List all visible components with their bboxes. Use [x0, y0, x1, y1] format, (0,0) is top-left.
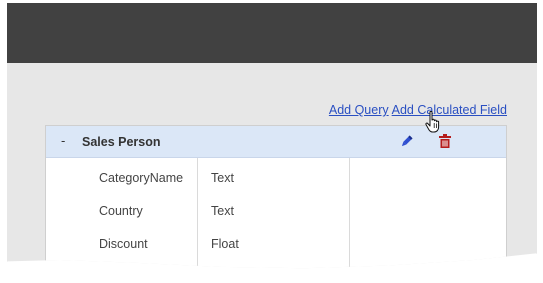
field-row[interactable]: Discount Float — [46, 228, 506, 261]
top-bar — [7, 3, 537, 63]
field-name: Country — [99, 204, 143, 218]
field-row[interactable]: Country Text — [46, 195, 506, 228]
add-calculated-field-link[interactable]: Add Calculated Field — [392, 103, 507, 117]
field-type: Text — [211, 204, 234, 218]
field-name: Discount — [99, 237, 148, 251]
field-type: Text — [211, 171, 234, 185]
collapse-toggle[interactable]: - — [61, 133, 73, 148]
pencil-icon[interactable] — [400, 135, 413, 153]
field-row[interactable]: CategoryName Text — [46, 162, 506, 195]
query-title: Sales Person — [82, 135, 161, 149]
toolbar-links: Add Query Add Calculated Field — [329, 103, 507, 117]
field-name: CategoryName — [99, 171, 184, 185]
field-type: Float — [211, 237, 239, 251]
screenshot-panel: Add Query Add Calculated Field - Sales Pe… — [7, 3, 537, 269]
query-table: - Sales Person CategoryName Text Country… — [45, 125, 507, 269]
hand-pointer-icon — [425, 110, 441, 138]
add-query-link[interactable]: Add Query — [329, 103, 389, 117]
